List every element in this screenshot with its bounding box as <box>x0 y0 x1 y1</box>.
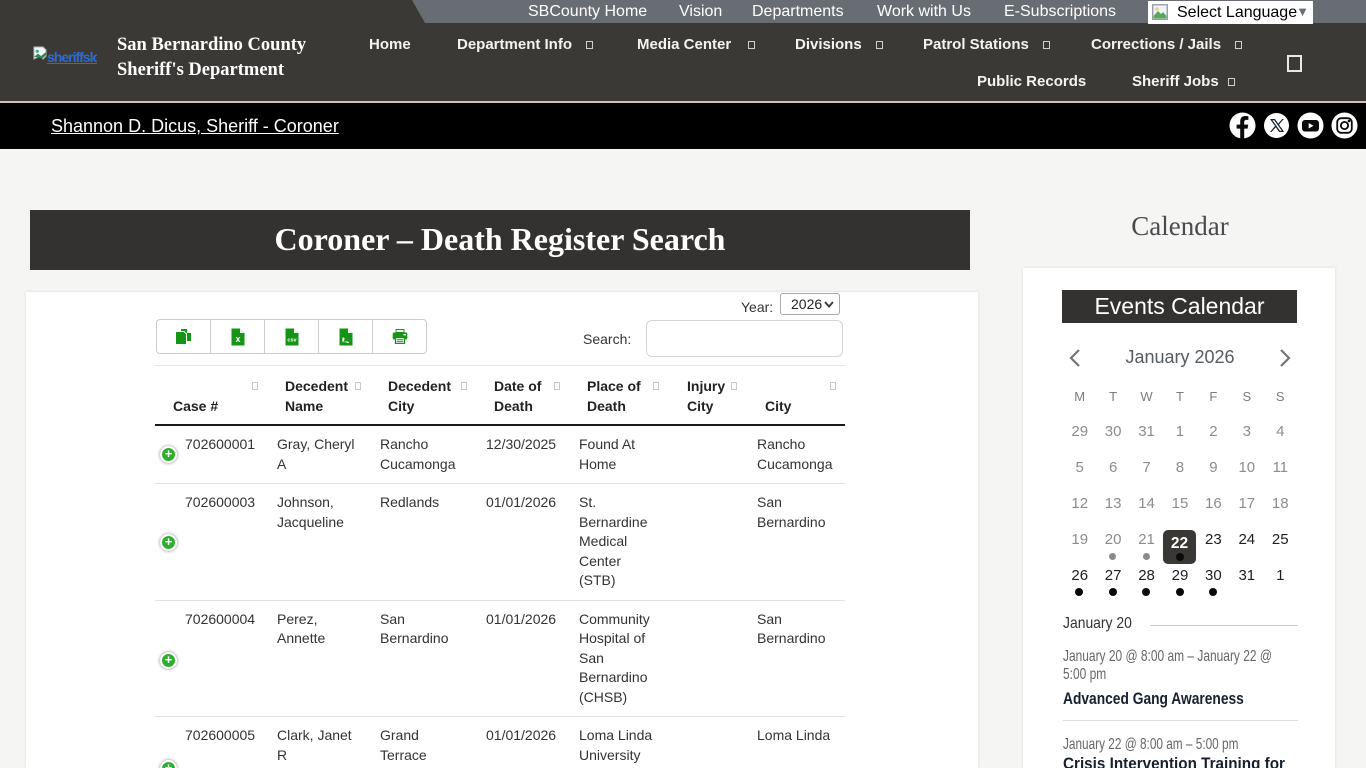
svg-text:csv: csv <box>287 337 297 343</box>
svg-text:x: x <box>235 334 240 344</box>
